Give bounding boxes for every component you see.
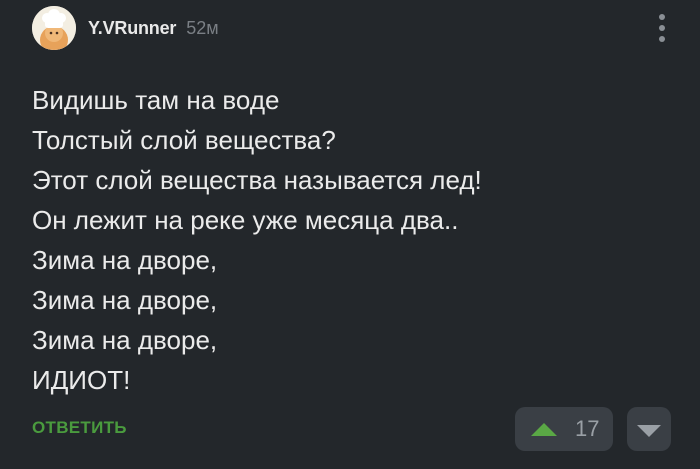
comment-line: Он лежит на реке уже месяца два..: [32, 205, 459, 235]
more-options-icon[interactable]: [650, 10, 674, 46]
downvote-button[interactable]: [627, 407, 671, 451]
downvote-arrow-icon: [637, 424, 661, 437]
comment-line: Зима на дворе,: [32, 245, 218, 275]
comment-line: ИДИОТ!: [32, 365, 131, 395]
comment-line: Видишь там на воде: [32, 85, 280, 115]
baker-avatar-icon: [32, 6, 76, 50]
comment-body: Видишь там на воде Толстый слой вещества…: [32, 80, 672, 400]
reply-button[interactable]: ОТВЕТИТЬ: [32, 418, 127, 438]
avatar[interactable]: [32, 6, 76, 50]
menu-dot: [659, 14, 665, 20]
rating-box: 17: [515, 407, 613, 451]
menu-dot: [659, 25, 665, 31]
comment-timestamp: 52м: [186, 17, 219, 38]
comment-line: Зима на дворе,: [32, 325, 218, 355]
comment-line: Зима на дворе,: [32, 285, 218, 315]
comment-header: Y.VRunner 52м: [32, 6, 219, 50]
rating-score: 17: [575, 416, 600, 441]
menu-dot: [659, 36, 665, 42]
author-username[interactable]: Y.VRunner: [88, 18, 176, 39]
upvote-arrow-icon[interactable]: [531, 422, 557, 436]
comment-line: Этот слой вещества называется лед!: [32, 165, 482, 195]
comment-line: Толстый слой вещества?: [32, 125, 336, 155]
